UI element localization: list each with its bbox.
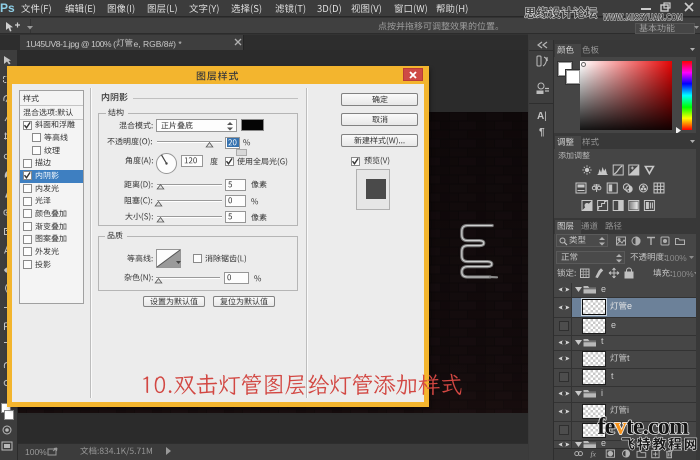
svg-text:fx: fx (591, 449, 597, 458)
